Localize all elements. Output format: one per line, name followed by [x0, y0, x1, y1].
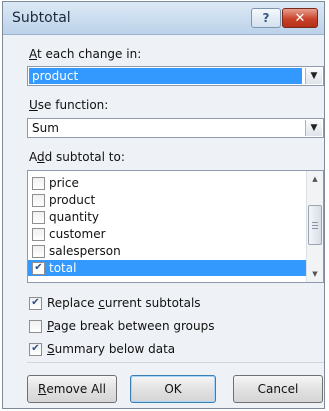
summary-checkbox[interactable]: ✔	[29, 342, 42, 356]
replace-checkbox[interactable]: ✔	[29, 296, 42, 310]
use-function-label: Use function:	[29, 98, 109, 112]
chevron-down-icon[interactable]: ▼	[305, 68, 322, 84]
list-item-label: quantity	[49, 210, 100, 224]
at-each-change-combo[interactable]: product ▼	[27, 66, 324, 86]
page-break-label: Page break between groups	[47, 319, 215, 333]
list-item[interactable]: price	[28, 175, 306, 191]
list-item-checkbox[interactable]: ✔	[32, 261, 45, 275]
list-item-label: total	[49, 261, 77, 275]
help-button[interactable]: ?	[251, 8, 281, 28]
list-item-checkbox[interactable]	[32, 244, 45, 258]
summary-label: Summary below data	[47, 342, 176, 356]
list-item-label: product	[49, 193, 96, 207]
close-button[interactable]: ✕	[282, 8, 318, 28]
close-icon: ✕	[294, 10, 306, 26]
list-item-checkbox[interactable]	[32, 193, 45, 207]
help-icon: ?	[262, 11, 270, 25]
page-break-checkbox[interactable]	[29, 319, 42, 333]
list-item-label: customer	[49, 227, 106, 241]
list-item-checkbox[interactable]	[32, 227, 45, 241]
summary-below-option[interactable]: ✔ Summary below data	[29, 341, 175, 357]
title-bar: Subtotal ? ✕	[3, 2, 324, 35]
at-each-change-value: product	[29, 68, 302, 84]
use-function-value: Sum	[32, 121, 59, 135]
list-item[interactable]: quantity	[28, 209, 306, 225]
chevron-down-icon[interactable]: ▼	[305, 120, 322, 136]
list-item-label: price	[49, 176, 79, 190]
replace-current-subtotals-option[interactable]: ✔ Replace current subtotals	[29, 295, 201, 311]
subtotal-dialog: Subtotal ? ✕ At each change in: product …	[2, 1, 325, 409]
at-each-change-label: At each change in:	[29, 47, 142, 61]
list-item-label: salesperson	[49, 244, 121, 258]
vertical-scrollbar[interactable]: ▲ ▼	[306, 171, 323, 282]
add-subtotal-label: Add subtotal to:	[29, 150, 125, 164]
list-item[interactable]: customer	[28, 226, 306, 242]
divider	[27, 362, 324, 363]
list-item-checkbox[interactable]	[32, 210, 45, 224]
add-subtotal-listbox[interactable]: price product quantity customer salesperson ✔…	[27, 170, 324, 283]
list-item[interactable]: ✔ total	[28, 260, 306, 276]
use-function-combo[interactable]: Sum ▼	[27, 118, 324, 138]
list-item[interactable]: product	[28, 192, 306, 208]
scroll-thumb[interactable]	[308, 205, 322, 245]
cancel-button[interactable]: Cancel	[233, 375, 323, 403]
remove-all-button[interactable]: Remove All	[27, 375, 117, 403]
list-item-checkbox[interactable]	[32, 176, 45, 190]
replace-label: Replace current subtotals	[47, 296, 201, 310]
list-item[interactable]: salesperson	[28, 243, 306, 259]
dialog-title: Subtotal	[12, 10, 71, 26]
scroll-up-icon[interactable]: ▲	[307, 171, 323, 187]
page-break-option[interactable]: Page break between groups	[29, 318, 214, 334]
ok-button[interactable]: OK	[130, 375, 216, 403]
scroll-down-icon[interactable]: ▼	[307, 266, 323, 282]
